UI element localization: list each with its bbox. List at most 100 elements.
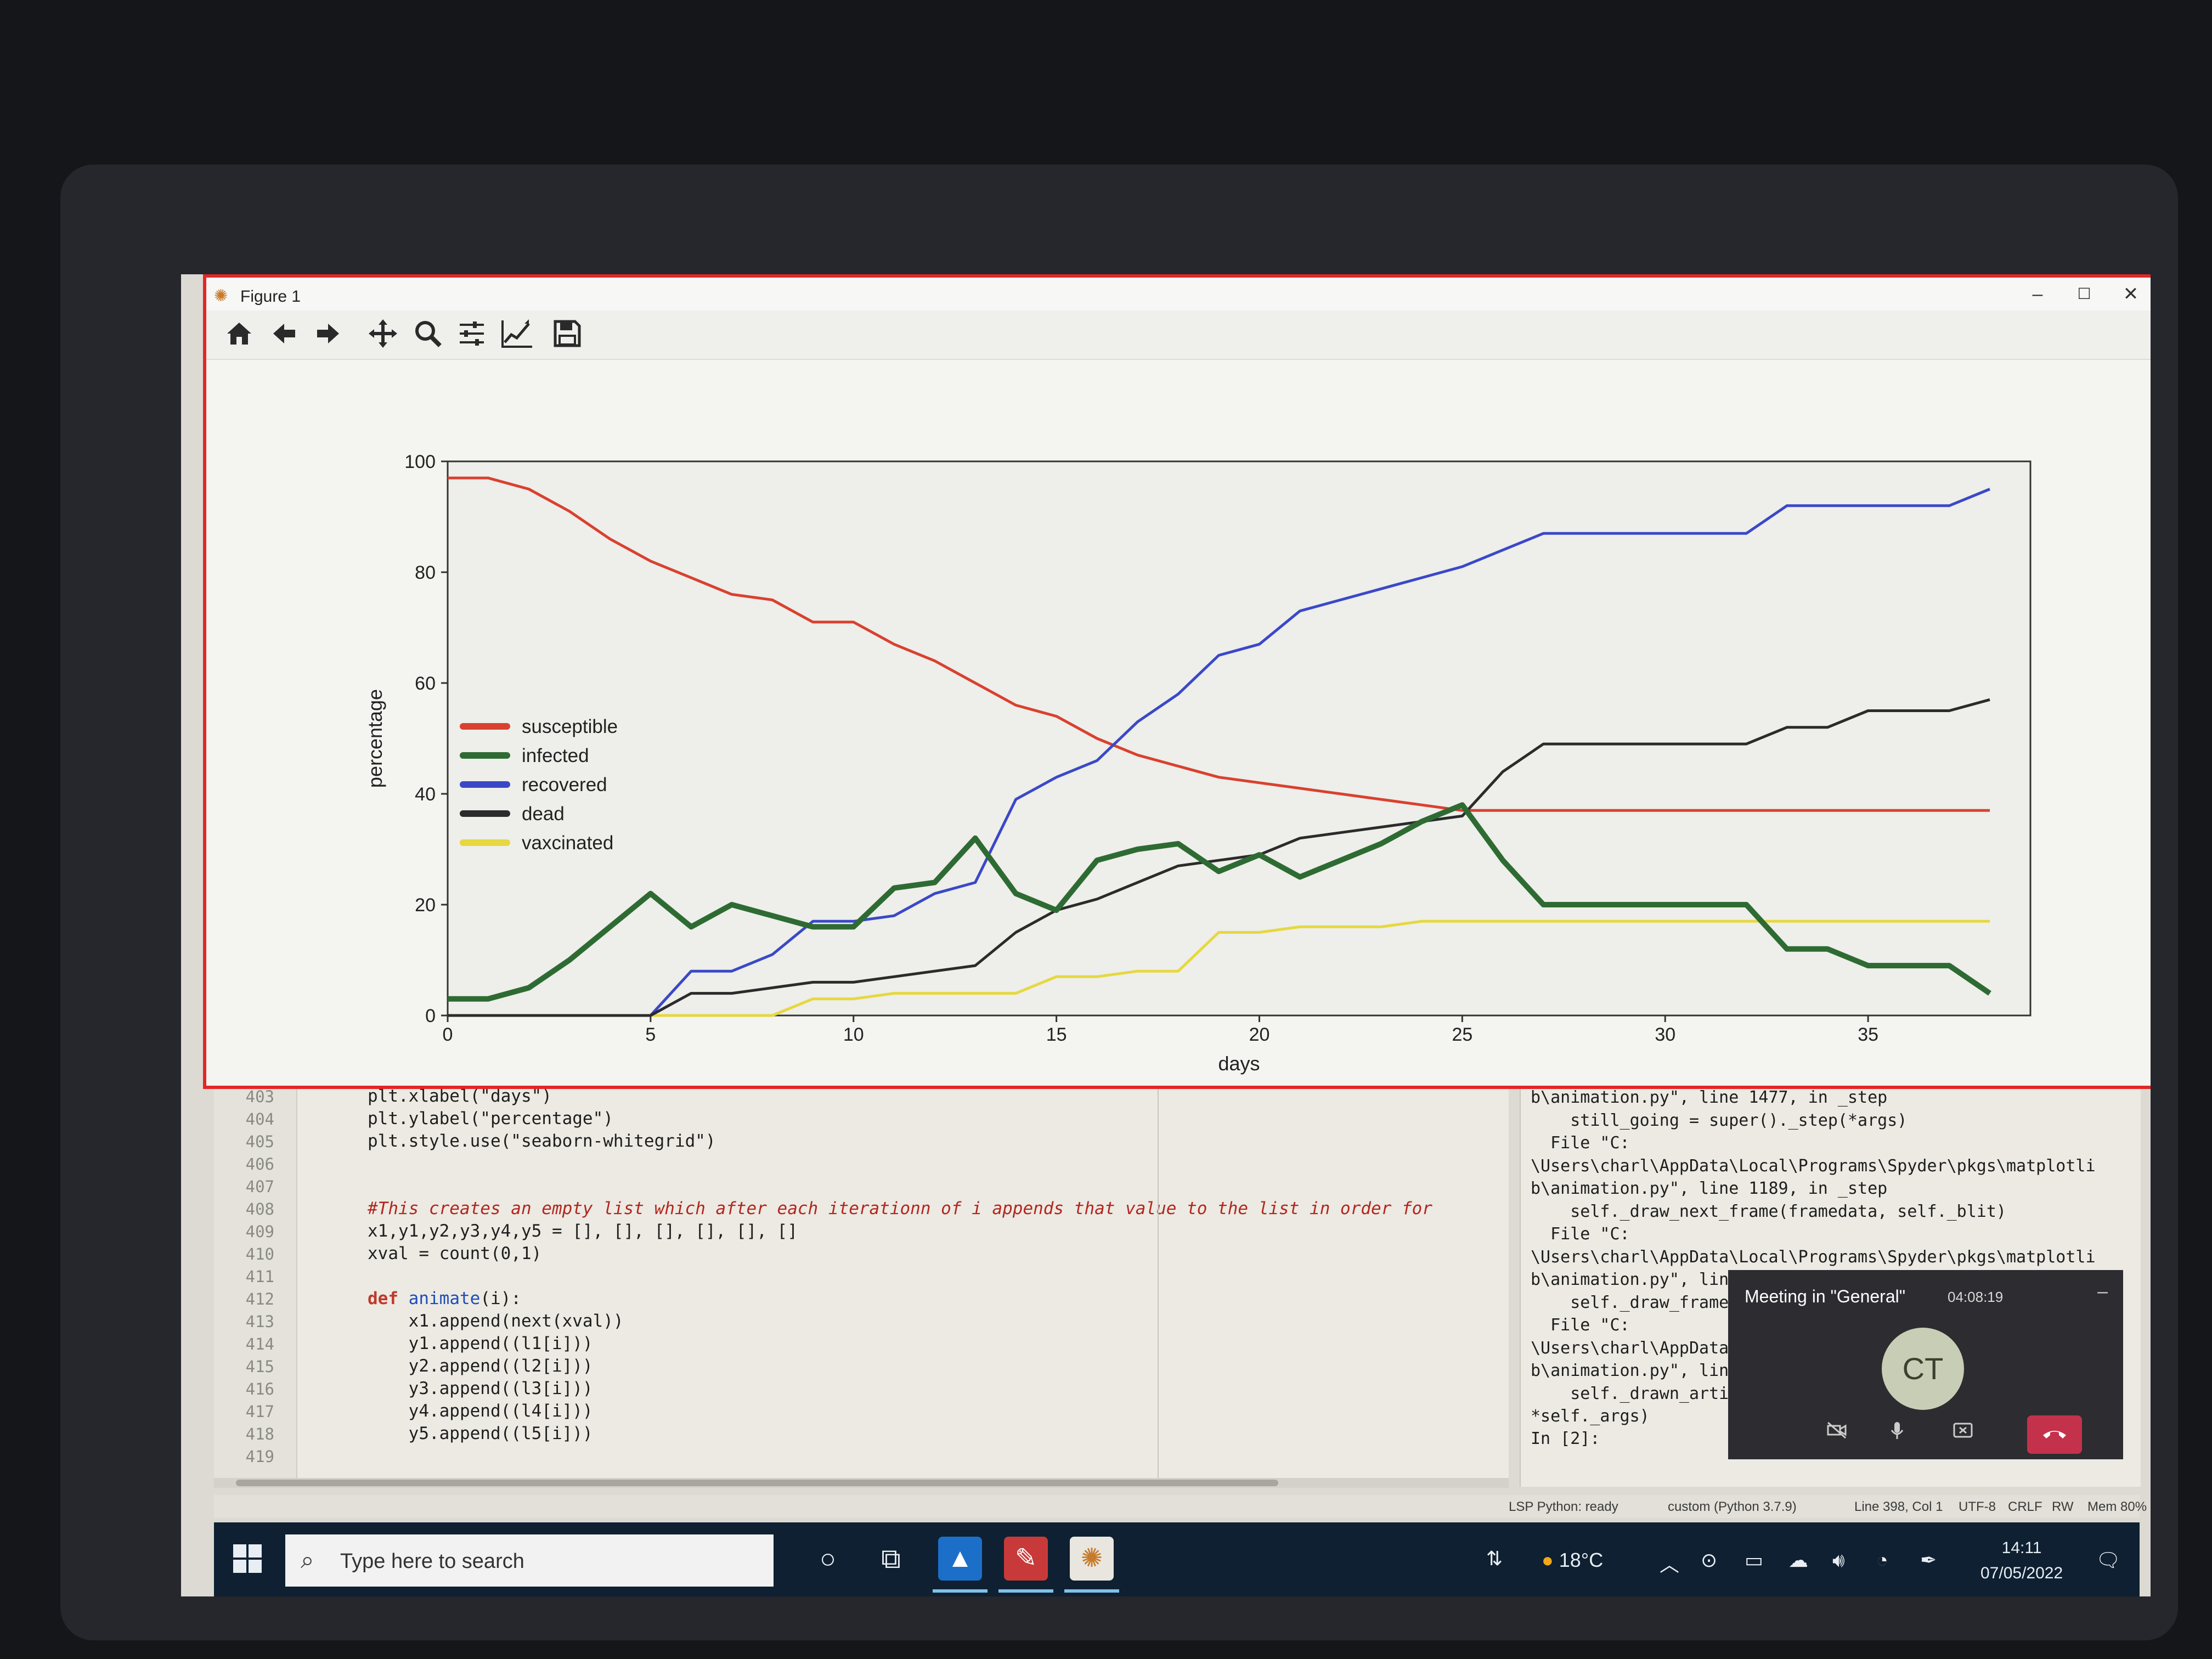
line-number: 405	[245, 1132, 274, 1151]
line-number: 417	[245, 1402, 274, 1421]
status-encoding: UTF-8	[1959, 1499, 1996, 1514]
microphone-icon[interactable]	[1882, 1419, 1912, 1450]
spyder-active-indicator	[998, 1589, 1053, 1593]
line-number: 415	[245, 1357, 274, 1376]
clock-date: 07/05/2022	[1980, 1564, 2063, 1582]
windows-start-icon[interactable]	[233, 1544, 262, 1573]
taskbar-search-box[interactable]: ⌕ Type here to search	[285, 1534, 774, 1587]
x-tick-label: 35	[1858, 1024, 1878, 1045]
forward-arrow-icon[interactable]	[312, 318, 345, 351]
x-tick-label: 10	[843, 1024, 864, 1045]
line-number: 419	[245, 1447, 274, 1466]
figure-window[interactable]: ✺ Figure 1 – ☐ ✕ 0 5 10 15 20 25 30 35 0…	[203, 274, 2151, 1089]
edit-axis-icon[interactable]	[500, 318, 533, 351]
scrollbar-thumb[interactable]	[236, 1480, 1278, 1486]
wifi-icon[interactable]: ◔	[1876, 1549, 1888, 1572]
line-number: 409	[245, 1222, 274, 1241]
weather-widget[interactable]: ● 18°C	[1542, 1549, 1603, 1572]
photos-app-icon[interactable]: ▲	[938, 1537, 982, 1581]
line-number: 416	[245, 1380, 274, 1398]
code-line-408-comment[interactable]: #This creates an empty list which after …	[368, 1199, 1432, 1218]
back-arrow-icon[interactable]	[268, 318, 301, 351]
y-tick-label: 80	[415, 562, 436, 583]
tray-chevron-icon[interactable]: ︿	[1660, 1549, 1679, 1577]
code-line-416[interactable]: y3.append((l3[i]))	[368, 1379, 593, 1398]
y-tick-label: 40	[415, 784, 436, 805]
legend-label-vaxcinated: vaxcinated	[522, 832, 613, 854]
y-tick-label: 0	[425, 1006, 436, 1026]
weather-icon: ●	[1542, 1549, 1554, 1571]
line-number: 408	[245, 1200, 274, 1218]
minimize-window-button[interactable]: –	[2016, 281, 2059, 307]
code-line-409[interactable]: x1,y1,y2,y3,y4,y5 = [], [], [], [], [], …	[368, 1221, 798, 1241]
figure-title: Figure 1	[240, 287, 301, 306]
code-line-417[interactable]: y4.append((l4[i]))	[368, 1401, 593, 1421]
maximize-window-button[interactable]: ☐	[2062, 281, 2106, 307]
volume-icon[interactable]: 🔊︎	[1832, 1549, 1845, 1572]
minimize-icon[interactable]: –	[2097, 1281, 2108, 1302]
cortana-icon[interactable]: ○	[809, 1540, 847, 1577]
chart-axes: 0 5 10 15 20 25 30 35 0 20 40 60 80 100 days percentage	[364, 452, 2032, 1075]
close-window-button[interactable]: ✕	[2109, 281, 2151, 307]
line-number: 413	[245, 1312, 274, 1331]
y-axis-label: percentage	[364, 689, 386, 788]
matplotlib-figure-app-icon[interactable]: ✺	[1070, 1537, 1114, 1581]
function-params: (i):	[480, 1289, 521, 1308]
x-tick-label: 25	[1452, 1024, 1472, 1045]
windows-taskbar: ⌕ Type here to search ○ ⧉ ▲ ✎ ✺ ⇅ ● 18°C…	[214, 1522, 2140, 1596]
function-name: animate	[408, 1289, 481, 1308]
teams-meeting-popup[interactable]: Meeting in "General" 04:08:19 – CT	[1728, 1270, 2123, 1459]
weather-temp: 18°C	[1559, 1549, 1604, 1571]
spyder-app-icon[interactable]: ✎	[1004, 1537, 1048, 1581]
save-icon[interactable]	[551, 318, 584, 351]
line-number: 411	[245, 1267, 274, 1286]
line-number: 418	[245, 1425, 274, 1443]
line-number: 412	[245, 1290, 274, 1308]
figure-active-indicator	[1064, 1589, 1119, 1593]
code-line-405[interactable]: plt.style.use("seaborn-whitegrid")	[368, 1131, 716, 1151]
code-line-403[interactable]: plt.xlabel("days")	[368, 1086, 552, 1106]
configure-subplots-icon[interactable]	[455, 318, 488, 351]
scroll-arrows-icon[interactable]: ⇅	[1476, 1540, 1513, 1577]
share-screen-icon[interactable]	[1948, 1419, 1978, 1450]
code-line-412[interactable]: def animate(i):	[368, 1289, 521, 1308]
legend-label-recovered: recovered	[522, 774, 607, 795]
legend-label-susceptible: susceptible	[522, 716, 618, 737]
status-bar: LSP Python: ready custom (Python 3.7.9) …	[214, 1495, 2147, 1518]
code-line-410[interactable]: xval = count(0,1)	[368, 1244, 541, 1263]
console-prompt[interactable]: In [2]:	[1531, 1429, 1600, 1448]
figure-titlebar[interactable]: ✺ Figure 1 – ☐ ✕	[206, 278, 2151, 311]
code-line-418[interactable]: y5.append((l5[i]))	[368, 1424, 593, 1443]
y-tick-label: 20	[415, 895, 436, 916]
x-tick-label: 15	[1046, 1024, 1067, 1045]
meeting-timer: 04:08:19	[1948, 1289, 2004, 1305]
code-line-413[interactable]: x1.append(next(xval))	[368, 1311, 624, 1331]
pen-icon[interactable]: ✒	[1920, 1549, 1937, 1572]
photos-active-indicator	[933, 1589, 988, 1593]
status-env[interactable]: custom (Python 3.7.9)	[1668, 1499, 1797, 1515]
x-axis-label: days	[1218, 1052, 1260, 1075]
keyword-def: def	[368, 1289, 398, 1308]
task-view-icon[interactable]: ⧉	[872, 1540, 910, 1577]
taskbar-clock[interactable]: 14:11 07/05/2022	[1980, 1536, 2063, 1586]
matplotlib-logo-icon: ✺	[214, 287, 228, 305]
camera-off-icon[interactable]	[1821, 1419, 1852, 1450]
home-icon[interactable]	[223, 318, 256, 351]
code-editor[interactable]: 403 404 405 406 407 408 409 410 411 412 413 414 415 4…	[214, 1081, 1509, 1488]
code-line-415[interactable]: y2.append((l2[i]))	[368, 1356, 593, 1376]
code-line-414[interactable]: y1.append((l1[i]))	[368, 1334, 593, 1353]
notification-center-icon[interactable]: 🗨︎	[2096, 1549, 2121, 1572]
zoom-icon[interactable]	[411, 318, 444, 351]
editor-horizontal-scrollbar[interactable]	[214, 1478, 1509, 1488]
line-number: 410	[245, 1245, 274, 1263]
battery-icon[interactable]: ▭	[1745, 1549, 1763, 1572]
hang-up-button[interactable]	[2027, 1415, 2082, 1454]
x-tick-label: 5	[645, 1024, 656, 1045]
meet-now-icon[interactable]: ⊙	[1701, 1549, 1717, 1572]
onedrive-cloud-icon[interactable]: ☁	[1788, 1549, 1808, 1572]
line-chart[interactable]: 0 5 10 15 20 25 30 35 0 20 40 60 80 100 days percentage…	[206, 360, 2151, 1084]
legend-label-dead: dead	[522, 803, 565, 825]
x-tick-label: 30	[1655, 1024, 1675, 1045]
code-line-404[interactable]: plt.ylabel("percentage")	[368, 1109, 613, 1128]
pan-icon[interactable]	[366, 318, 399, 351]
